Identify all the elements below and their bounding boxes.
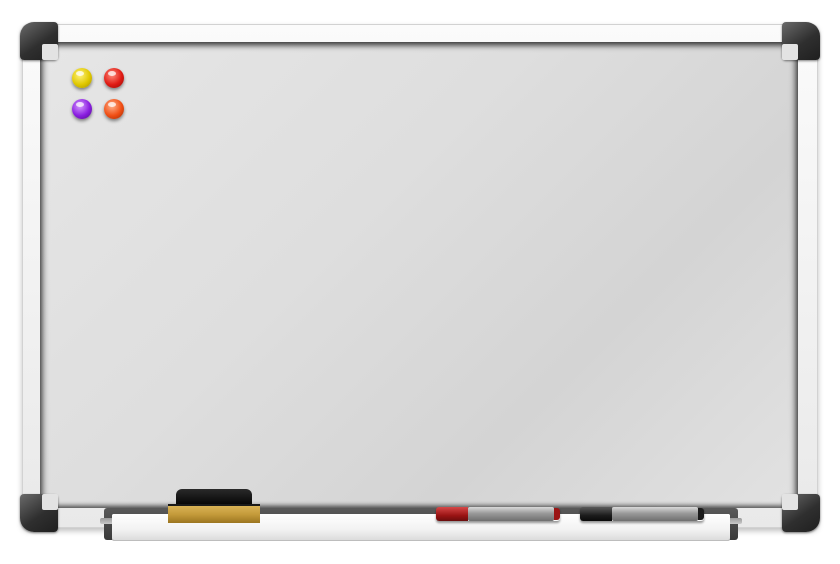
magnet-yellow[interactable]	[72, 68, 92, 88]
eraser-felt	[168, 504, 260, 523]
marker-cap-red	[436, 507, 468, 521]
marker-red[interactable]	[436, 507, 560, 521]
magnet-red[interactable]	[104, 68, 124, 88]
whiteboard-scene	[0, 0, 840, 564]
magnet-purple[interactable]	[72, 99, 92, 119]
whiteboard-surface[interactable]	[40, 42, 798, 508]
frame-corner-bottom-right	[782, 494, 820, 532]
marker-cap-black	[580, 507, 612, 521]
marker-end-cap	[554, 508, 560, 520]
magnet-orange[interactable]	[104, 99, 124, 119]
marker-body	[612, 507, 698, 521]
frame-corner-top-right	[782, 22, 820, 60]
marker-end-cap	[698, 508, 704, 520]
eraser-handle	[176, 489, 252, 505]
marker-black[interactable]	[580, 507, 704, 521]
frame-corner-top-left	[20, 22, 58, 60]
eraser[interactable]	[168, 489, 260, 523]
marker-body	[468, 507, 554, 521]
frame-corner-bottom-left	[20, 494, 58, 532]
